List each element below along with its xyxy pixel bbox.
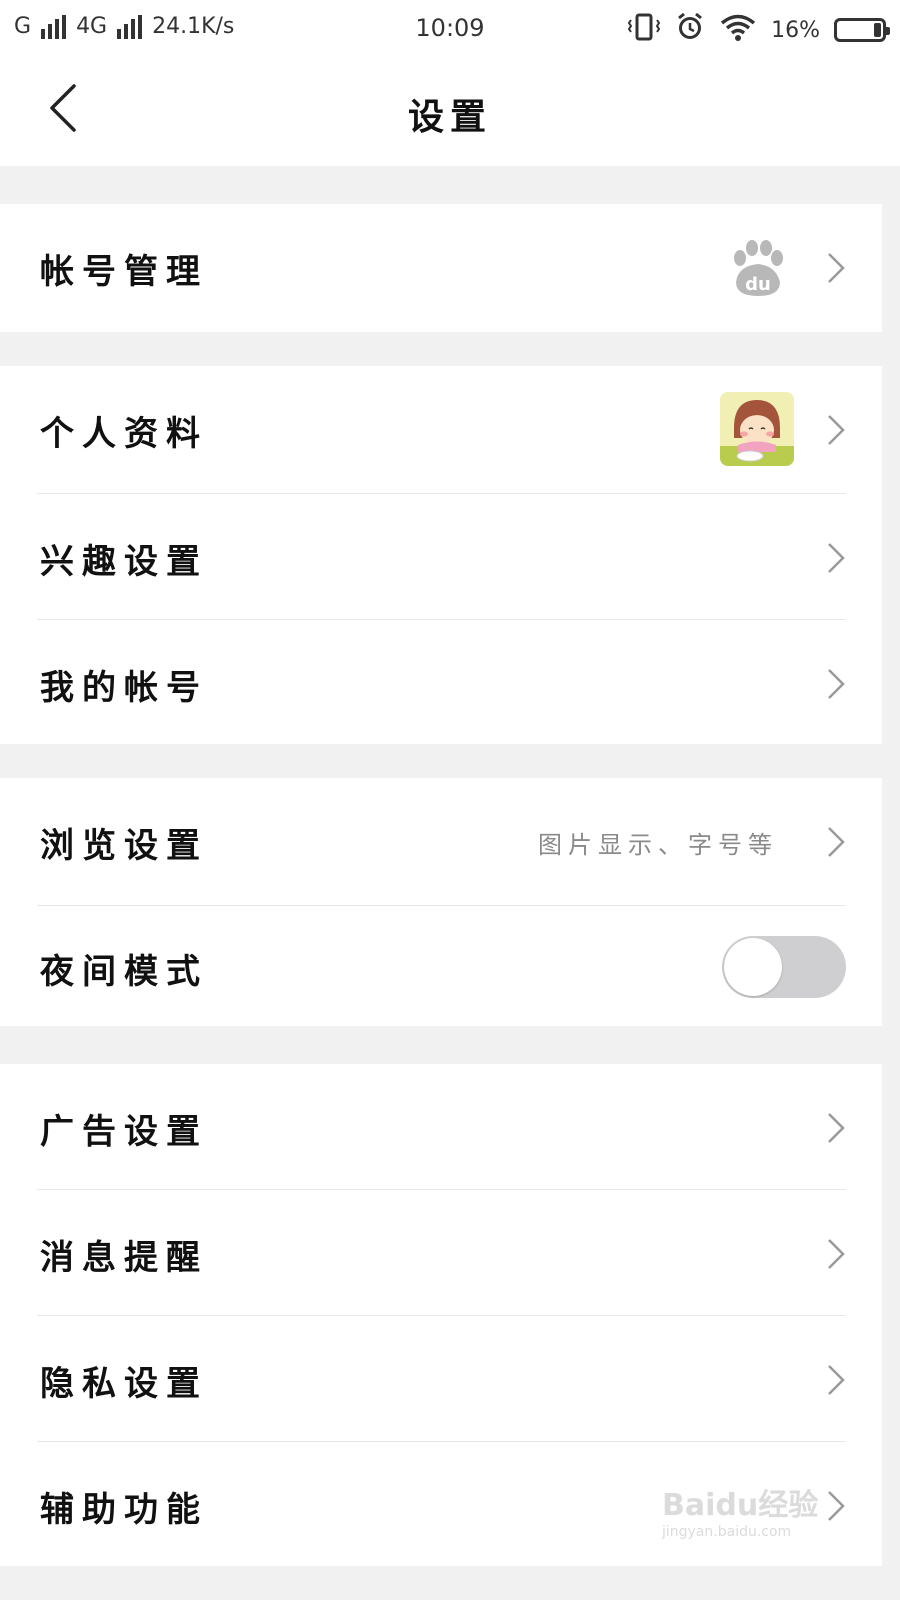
chevron-right-icon: [828, 253, 845, 283]
chevron-right-icon: [828, 827, 845, 857]
svg-text:du: du: [745, 274, 771, 295]
row-privacy-settings[interactable]: 隐私设置: [0, 1316, 882, 1442]
vibrate-icon: [627, 12, 661, 48]
chevron-right-icon: [828, 1365, 845, 1395]
alarm-icon: [675, 12, 705, 48]
row-label: 消息提醒: [40, 1238, 208, 1278]
row-message-reminder[interactable]: 消息提醒: [0, 1190, 882, 1316]
row-browse-settings[interactable]: 浏览设置 图片显示、字号等: [0, 778, 882, 906]
toggle-knob: [724, 938, 782, 996]
row-label: 兴趣设置: [40, 542, 208, 582]
row-label: 浏览设置: [40, 826, 208, 866]
group-account: 帐号管理 du: [0, 204, 882, 332]
night-mode-toggle[interactable]: [722, 936, 846, 998]
chevron-right-icon: [828, 669, 845, 699]
row-personal-info[interactable]: 个人资料: [0, 366, 882, 494]
status-bar: G 4G 24.1K/s 10:09 16%: [0, 0, 900, 60]
row-hint: 图片显示、字号等: [538, 831, 778, 859]
row-label: 个人资料: [40, 414, 208, 454]
row-my-account[interactable]: 我的帐号: [0, 620, 882, 744]
group-other: 广告设置 消息提醒 隐私设置 辅助功能 Baidu经验 jingyan.baid…: [0, 1064, 882, 1566]
row-account-management[interactable]: 帐号管理 du: [0, 204, 882, 332]
settings-page: G 4G 24.1K/s 10:09 16% 设置 帐号管理 du 个人资料 兴…: [0, 0, 900, 1600]
chevron-right-icon: [828, 1239, 845, 1269]
chevron-right-icon: [828, 1113, 845, 1143]
row-label: 隐私设置: [40, 1364, 208, 1404]
watermark-logo: Baidu经验: [662, 1488, 819, 1523]
row-label: 夜间模式: [40, 952, 208, 992]
row-ad-settings[interactable]: 广告设置: [0, 1064, 882, 1190]
group-display: 浏览设置 图片显示、字号等 夜间模式: [0, 778, 882, 1026]
row-label: 帐号管理: [40, 252, 208, 292]
watermark-url: jingyan.baidu.com: [662, 1524, 792, 1540]
row-label: 广告设置: [40, 1112, 208, 1152]
chevron-right-icon: [828, 415, 845, 445]
page-title: 设置: [407, 96, 492, 138]
status-right: 16%: [627, 12, 890, 48]
battery-percent: 16%: [771, 17, 820, 43]
row-label: 辅助功能: [40, 1490, 208, 1530]
baidu-paw-icon: du: [726, 238, 786, 298]
wifi-icon: [719, 12, 757, 48]
row-label: 我的帐号: [40, 668, 208, 708]
group-profile: 个人资料 兴趣设置 我的帐号: [0, 366, 882, 744]
row-interest-settings[interactable]: 兴趣设置: [0, 494, 882, 620]
battery-icon: [834, 18, 890, 42]
avatar: [720, 392, 794, 466]
chevron-right-icon: [828, 543, 845, 573]
header: 设置: [0, 60, 900, 166]
baidu-jingyan-watermark: Baidu经验 jingyan.baidu.com: [662, 1472, 842, 1552]
row-night-mode: 夜间模式: [0, 906, 882, 1026]
